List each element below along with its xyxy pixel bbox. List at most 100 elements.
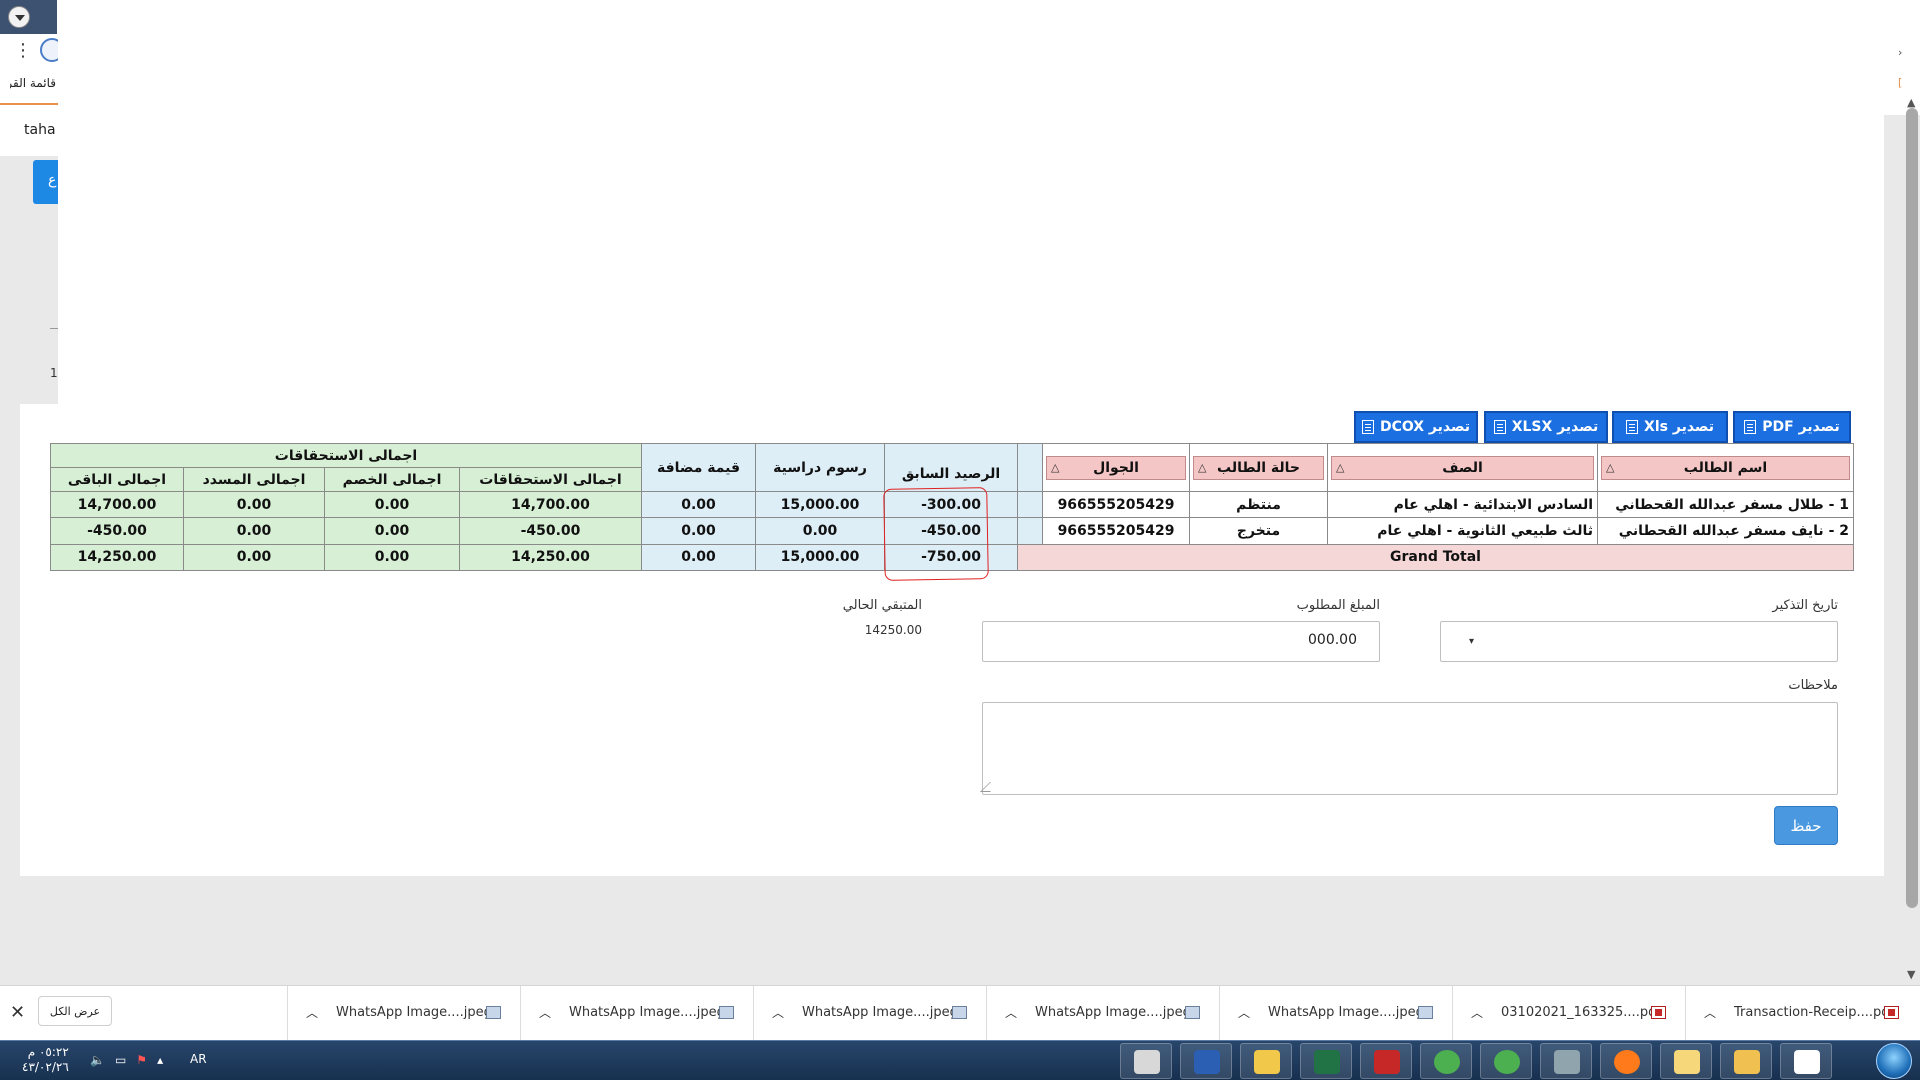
chevron-up-icon[interactable]: ︿ xyxy=(539,1004,551,1021)
menu-kebab-icon[interactable]: ⋮ xyxy=(14,42,32,60)
chevron-up-icon[interactable]: ︿ xyxy=(1005,1004,1017,1021)
header-spacer xyxy=(1017,442,1044,493)
cell-tuition: 0.00 xyxy=(755,517,886,545)
filter-grade-label: الصف xyxy=(1442,459,1483,476)
taskbar-app-button[interactable] xyxy=(1120,1043,1172,1079)
chevron-down-icon[interactable]: ▾ xyxy=(1469,636,1474,647)
word-icon xyxy=(1194,1050,1220,1074)
taskbar-app-button[interactable] xyxy=(1780,1043,1832,1079)
close-icon[interactable]: ✕ xyxy=(10,1002,25,1023)
download-item[interactable]: ︿ 03102021_163325....pdf xyxy=(1452,986,1684,1041)
filter-student-name-button[interactable]: △ اسم الطالب xyxy=(1601,455,1851,480)
download-item[interactable]: ︿ WhatsApp Image....jpeg xyxy=(753,986,985,1041)
export-dcox-button[interactable]: تصدير DCOX xyxy=(1354,411,1478,443)
image-file-icon xyxy=(1418,1006,1433,1019)
download-item[interactable]: ︿ WhatsApp Image....jpeg xyxy=(287,986,519,1041)
pdf-file-icon xyxy=(1651,1006,1666,1019)
chevron-up-icon[interactable]: ︿ xyxy=(306,1004,318,1021)
header-student-name[interactable]: △ اسم الطالب xyxy=(1597,442,1855,493)
mail-icon xyxy=(1674,1050,1700,1074)
grand-total-label: Grand Total xyxy=(1017,543,1855,572)
taskbar-app-button[interactable] xyxy=(1240,1043,1292,1079)
header-mobile[interactable]: △ الجوال xyxy=(1042,442,1191,493)
cell-vat: 0.00 xyxy=(641,517,757,545)
save-button[interactable]: حفظ xyxy=(1774,806,1838,845)
download-filename: WhatsApp Image....jpeg xyxy=(569,1005,725,1020)
download-item[interactable]: ︿ Transaction-Receip....pdf xyxy=(1685,986,1917,1041)
filter-mobile-label: الجوال xyxy=(1093,459,1139,476)
tray-expand-icon[interactable]: ▴ xyxy=(157,1053,163,1067)
export-xlsx-button[interactable]: تصدير XLSX xyxy=(1484,411,1608,443)
sort-icon[interactable]: △ xyxy=(1336,457,1344,479)
download-item[interactable]: ︿ WhatsApp Image....jpeg xyxy=(1219,986,1451,1041)
scroll-up-icon[interactable]: ▲ xyxy=(1907,96,1915,109)
show-all-button[interactable]: عرض الكل xyxy=(38,996,112,1026)
download-filename: WhatsApp Image....jpeg xyxy=(336,1005,492,1020)
language-indicator[interactable]: AR xyxy=(190,1052,207,1066)
header-status[interactable]: △ حالة الطالب xyxy=(1189,442,1329,493)
volume-icon[interactable]: 🔈 xyxy=(90,1053,105,1067)
reminder-date-field[interactable]: ▾ xyxy=(1440,621,1838,662)
taskbar-app-button[interactable] xyxy=(1300,1043,1352,1079)
amount-field[interactable]: 000.00 xyxy=(982,621,1380,662)
chevron-up-icon[interactable]: ︿ xyxy=(1704,1004,1716,1021)
cell-status: متخرج xyxy=(1189,517,1329,545)
page-scrollbar[interactable] xyxy=(1906,108,1918,908)
cell-status: منتظم xyxy=(1189,491,1329,519)
export-xls-button[interactable]: تصدير Xls xyxy=(1612,411,1728,443)
taskbar-clock[interactable]: ٠٥:٢٢ م ٤٣/٠٢/٢٦ xyxy=(22,1045,69,1075)
cell-spacer xyxy=(1017,517,1044,545)
resize-handle-icon[interactable] xyxy=(980,782,1000,792)
taskbar-app-button[interactable] xyxy=(1420,1043,1472,1079)
sort-icon[interactable]: △ xyxy=(1051,457,1059,479)
notes-textarea[interactable] xyxy=(980,702,1838,795)
start-button[interactable] xyxy=(1876,1043,1912,1079)
download-item[interactable]: ︿ WhatsApp Image....jpeg xyxy=(520,986,752,1041)
chevron-right-icon[interactable]: › xyxy=(1898,46,1902,59)
header-total-remaining: اجمالى الباقى xyxy=(50,467,184,493)
header-total-paid: اجمالى المسدد xyxy=(183,467,325,493)
cell-student-name: 1 - طلال مسفر عبدالله القحطاني xyxy=(1597,491,1855,519)
clock-time: ٠٥:٢٢ م xyxy=(27,1045,69,1059)
divider xyxy=(50,328,58,329)
download-filename: WhatsApp Image....jpeg xyxy=(802,1005,958,1020)
scroll-down-icon[interactable]: ▼ xyxy=(1907,968,1915,981)
cell-grade: ثالث طبيعي الثانوية - اهلي عام xyxy=(1327,517,1599,545)
action-center-icon[interactable]: ⚑ xyxy=(136,1053,147,1067)
filter-grade-button[interactable]: △ الصف xyxy=(1331,455,1595,480)
sort-icon[interactable]: △ xyxy=(1198,457,1206,479)
download-filename: Transaction-Receip....pdf xyxy=(1734,1005,1895,1020)
chevron-up-icon[interactable]: ︿ xyxy=(772,1004,784,1021)
taskbar-app-button[interactable] xyxy=(1720,1043,1772,1079)
header-vat: قيمة مضافة xyxy=(641,442,757,493)
taskbar-app-button[interactable] xyxy=(1600,1043,1652,1079)
cell-mobile: 966555205429 xyxy=(1042,517,1191,545)
media-player-icon xyxy=(1794,1050,1820,1074)
download-item[interactable]: ︿ WhatsApp Image....jpeg xyxy=(986,986,1218,1041)
taskbar-app-button[interactable] xyxy=(1660,1043,1712,1079)
network-icon[interactable]: ▭ xyxy=(115,1053,126,1067)
excel-icon xyxy=(1314,1050,1340,1074)
download-filename: 03102021_163325....pdf xyxy=(1501,1005,1661,1020)
side-action-button[interactable]: ع xyxy=(33,160,58,204)
browser-tab[interactable] xyxy=(0,0,57,34)
reading-list-label[interactable]: قائمة القراءة xyxy=(10,76,56,90)
system-tray: 🔈 ▭ ⚑ ▴ xyxy=(90,1053,163,1067)
taskbar-app-button[interactable] xyxy=(1540,1043,1592,1079)
filter-status-button[interactable]: △ حالة الطالب xyxy=(1193,455,1325,480)
total-discount: 0.00 xyxy=(324,543,460,572)
chevron-up-icon[interactable]: ︿ xyxy=(1471,1004,1483,1021)
taskbar-app-button[interactable] xyxy=(1180,1043,1232,1079)
pdf-file-icon xyxy=(1884,1006,1899,1019)
document-icon xyxy=(1744,420,1757,434)
taskbar-app-button[interactable] xyxy=(1480,1043,1532,1079)
sort-icon[interactable]: △ xyxy=(1606,457,1614,479)
chevron-up-icon[interactable]: ︿ xyxy=(1238,1004,1250,1021)
taskbar-app-button[interactable] xyxy=(1360,1043,1412,1079)
header-grade[interactable]: △ الصف xyxy=(1327,442,1599,493)
cell-total-discount: 0.00 xyxy=(324,491,460,519)
filter-mobile-button[interactable]: △ الجوال xyxy=(1046,455,1187,480)
export-pdf-button[interactable]: تصدير PDF xyxy=(1733,411,1851,443)
chrome-icon xyxy=(1494,1050,1520,1074)
tab-dropdown-icon[interactable] xyxy=(8,6,30,28)
